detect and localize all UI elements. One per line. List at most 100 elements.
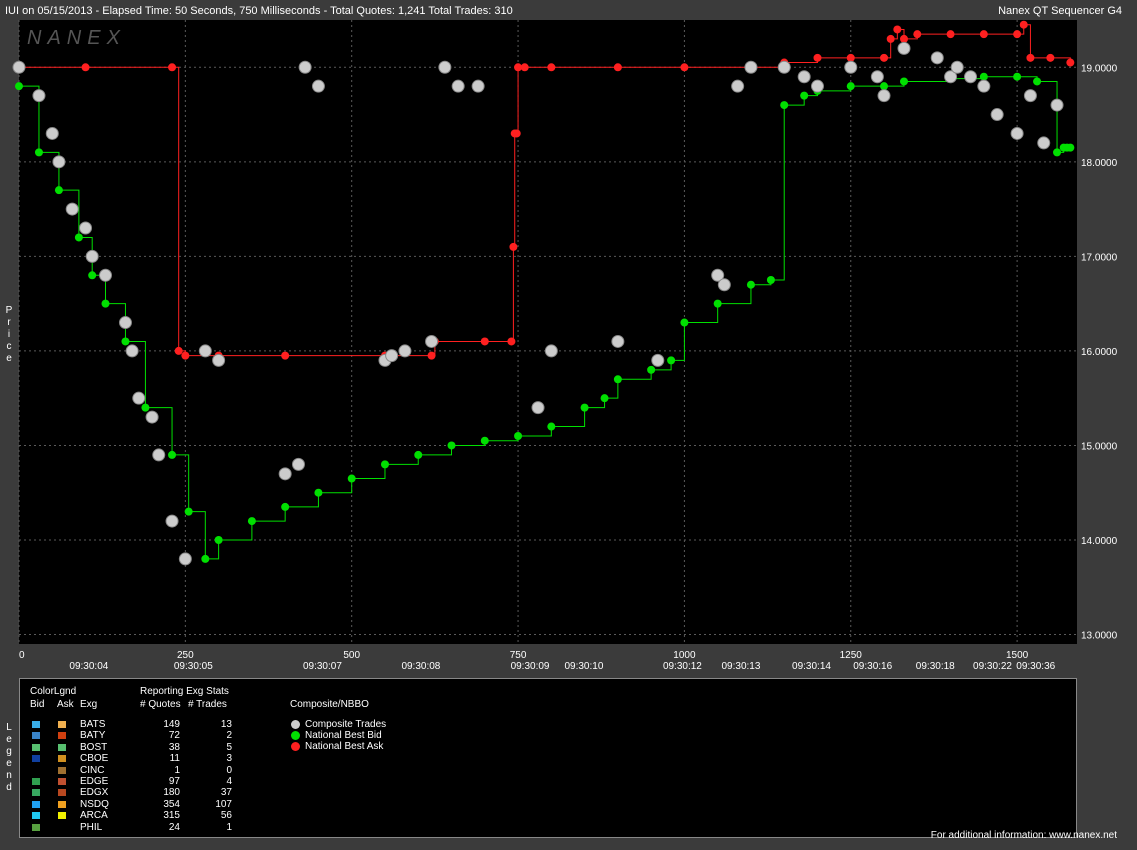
composite-trade-point: [278, 467, 292, 481]
nbbo-marker: [846, 82, 855, 91]
composite-trade-point: [45, 126, 59, 140]
exchange-name: EDGX: [80, 787, 109, 799]
y-tick-label: 15.0000: [1081, 441, 1118, 452]
composite-trade-point: [165, 514, 179, 528]
nbbo-marker: [1026, 53, 1035, 62]
composite-trade-point: [1010, 126, 1024, 140]
ask-color-swatch: [58, 755, 66, 763]
bid-color-swatch: [32, 755, 40, 763]
composite-trade-point: [471, 79, 485, 93]
nbbo-marker: [314, 488, 323, 497]
composite-trade-point: [85, 249, 99, 263]
composite-trade-point: [744, 60, 758, 74]
quote-count: 354: [163, 798, 180, 810]
y-tick-label: 14.0000: [1081, 536, 1118, 547]
nbbo-marker: [613, 375, 622, 384]
nbbo-marker: [181, 351, 190, 360]
nbbo-marker: [913, 30, 922, 39]
legend-color-title: ColorLgnd: [30, 686, 77, 697]
bid-color-swatch: [32, 823, 40, 831]
exchange-name: PHIL: [80, 821, 103, 833]
x-time-label: 09:30:10: [564, 661, 603, 672]
y-tick-label: 18.0000: [1081, 158, 1118, 169]
composite-trade-point: [65, 202, 79, 216]
x-time-label: 09:30:14: [792, 661, 831, 672]
composite-trade-point: [611, 334, 625, 348]
nbbo-marker: [509, 242, 518, 251]
quote-count: 149: [163, 719, 180, 730]
composite-trade-point: [132, 391, 146, 405]
nbbo-marker: [141, 403, 150, 412]
trade-count: 2: [226, 730, 232, 742]
trade-count: 5: [226, 741, 232, 753]
composite-trade-point: [810, 79, 824, 93]
legend-stats-title: Reporting Exg Stats: [140, 686, 229, 697]
composite-trade-point: [990, 108, 1004, 122]
composite-trade-point: [178, 552, 192, 566]
nbbo-marker: [168, 63, 177, 72]
composite-trade-point: [52, 155, 66, 169]
nbbo-marker: [880, 82, 889, 91]
legend-col-exg: Exg: [80, 699, 98, 710]
composite-trade-point: [731, 79, 745, 93]
composite-trade-point: [438, 60, 452, 74]
nbbo-marker: [1033, 77, 1042, 86]
nbbo-marker: [54, 186, 63, 195]
y-tick-label: 17.0000: [1081, 252, 1118, 263]
nbbo-marker: [1066, 143, 1075, 152]
composite-trade-point: [79, 221, 93, 235]
bid-color-swatch: [32, 778, 40, 785]
exchange-name: BATS: [80, 719, 106, 730]
ask-color-swatch: [58, 778, 66, 785]
nbbo-marker: [647, 365, 656, 374]
nbbo-marker: [613, 63, 622, 72]
nbbo-marker: [281, 351, 290, 360]
trade-count: 56: [220, 810, 232, 822]
nbbo-marker: [746, 280, 755, 289]
footer-credit: For additional information: www.nanex.ne…: [930, 830, 1117, 841]
x-tick-label: 250: [177, 650, 194, 661]
composite-trade-point: [385, 349, 399, 363]
nbbo-marker: [121, 337, 130, 346]
x-tick-label: 750: [510, 650, 527, 661]
composite-legend-marker: [291, 742, 300, 751]
nbbo-marker: [480, 337, 489, 346]
nbbo-marker: [979, 72, 988, 81]
exchange-name: CINC: [80, 764, 105, 776]
composite-trade-point: [870, 70, 884, 84]
x-time-label: 09:30:13: [721, 661, 760, 672]
exchange-name: CBOE: [80, 753, 109, 765]
exchange-name: NSDQ: [80, 798, 109, 810]
x-time-label: 09:30:04: [69, 661, 108, 672]
composite-trade-point: [291, 457, 305, 471]
nbbo-marker: [766, 276, 775, 284]
trade-count: 107: [215, 798, 232, 810]
composite-trade-point: [451, 79, 465, 93]
ask-color-swatch: [58, 812, 66, 820]
composite-trade-point: [1050, 98, 1064, 112]
nbbo-marker: [101, 299, 110, 308]
nbbo-marker: [899, 77, 908, 86]
quote-count: 315: [163, 810, 180, 822]
composite-trade-point: [544, 344, 558, 358]
nbbo-marker: [512, 129, 521, 138]
composite-trade-point: [145, 410, 159, 424]
composite-trade-point: [531, 401, 545, 415]
composite-trade-point: [212, 353, 226, 367]
exchange-name: BATY: [80, 730, 106, 742]
nbbo-marker: [1013, 30, 1022, 39]
x-time-label: 09:30:09: [511, 661, 550, 672]
nbbo-marker: [520, 63, 529, 72]
x-time-label: 09:30:08: [401, 661, 440, 672]
bid-color-swatch: [32, 789, 40, 797]
composite-trade-point: [877, 89, 891, 103]
x-time-label: 09:30:05: [174, 661, 213, 672]
nbbo-marker: [886, 34, 895, 43]
nbbo-marker: [507, 337, 516, 346]
series-line-national-best-ask: [19, 24, 1071, 357]
composite-trade-point: [777, 60, 791, 74]
quote-count: 97: [168, 776, 180, 787]
nbbo-marker: [1066, 58, 1075, 67]
nbbo-marker: [281, 502, 290, 511]
composite-trade-point: [298, 60, 312, 74]
